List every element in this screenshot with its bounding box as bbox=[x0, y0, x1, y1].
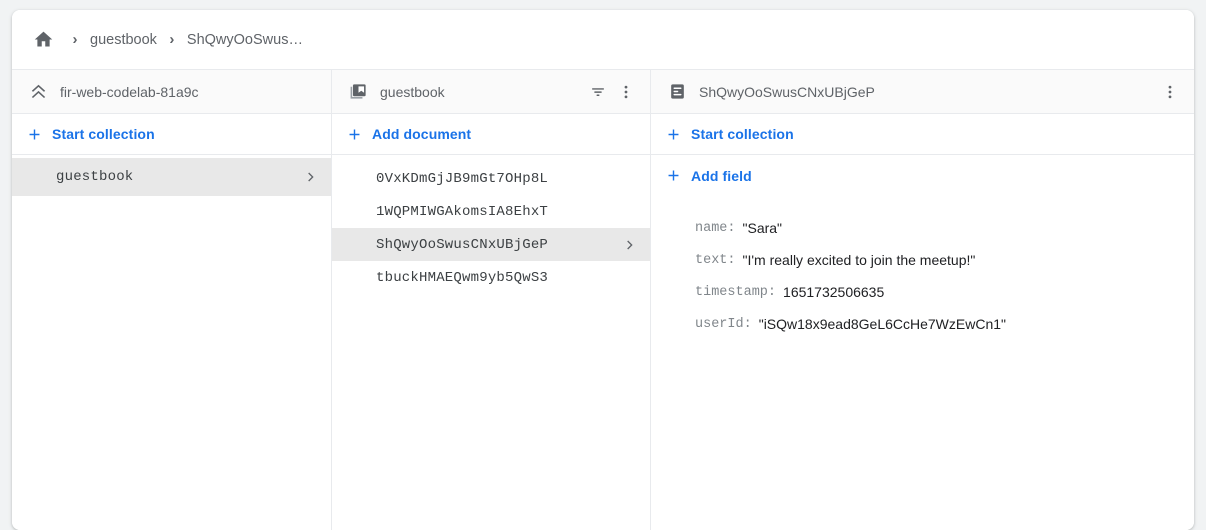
add-field-button[interactable]: Add field bbox=[651, 155, 1194, 196]
breadcrumb-separator: › bbox=[157, 31, 187, 48]
collection-title: guestbook bbox=[380, 84, 584, 100]
chevron-right-icon bbox=[301, 169, 319, 185]
start-collection-button[interactable]: Start collection bbox=[12, 114, 331, 155]
start-collection-button[interactable]: Start collection bbox=[651, 114, 1194, 155]
breadcrumb-item-document[interactable]: ShQwyOoSwus… bbox=[187, 32, 303, 48]
add-document-label: Add document bbox=[372, 126, 471, 142]
field-key: userId bbox=[695, 317, 744, 332]
list-item[interactable]: 0VxKDmGjJB9mGt7OHp8L bbox=[332, 162, 650, 195]
list-item[interactable]: 1WQPMIWGAkomsIA8EhxT bbox=[332, 195, 650, 228]
field-value: 1651732506635 bbox=[783, 284, 884, 300]
plus-icon bbox=[26, 126, 52, 143]
document-id: 1WQPMIWGAkomsIA8EhxT bbox=[376, 204, 638, 220]
breadcrumb-item-collection[interactable]: guestbook bbox=[90, 32, 157, 48]
project-panel-header: fir-web-codelab-81a9c bbox=[12, 70, 331, 114]
field-key: text bbox=[695, 253, 727, 268]
breadcrumb-separator: › bbox=[60, 31, 90, 48]
breadcrumb: › guestbook › ShQwyOoSwus… bbox=[12, 10, 1194, 70]
add-field-label: Add field bbox=[691, 168, 752, 184]
field-row[interactable]: userId : "iSQw18x9ead8GeL6CcHe7WzEwCn1" bbox=[695, 308, 1194, 340]
field-value: "I'm really excited to join the meetup!" bbox=[743, 252, 976, 268]
field-key: timestamp bbox=[695, 285, 768, 300]
home-icon[interactable] bbox=[26, 23, 60, 57]
document-panel: ShQwyOoSwusCNxUBjGeP Start collection bbox=[651, 70, 1194, 530]
plus-icon bbox=[665, 167, 691, 184]
list-item[interactable]: tbuckHMAEQwm9yb5QwS3 bbox=[332, 261, 650, 294]
more-vert-icon[interactable] bbox=[1156, 78, 1184, 106]
project-name: fir-web-codelab-81a9c bbox=[60, 84, 321, 100]
collection-panel: guestbook bbox=[332, 70, 651, 530]
field-value: "Sara" bbox=[743, 220, 783, 236]
more-vert-icon[interactable] bbox=[612, 78, 640, 106]
field-row[interactable]: name : "Sara" bbox=[695, 212, 1194, 244]
field-row[interactable]: text : "I'm really excited to join the m… bbox=[695, 244, 1194, 276]
field-value: "iSQw18x9ead8GeL6CcHe7WzEwCn1" bbox=[759, 316, 1006, 332]
start-collection-label: Start collection bbox=[52, 126, 155, 142]
start-collection-label: Start collection bbox=[691, 126, 794, 142]
collection-stack-icon bbox=[346, 80, 370, 104]
document-panel-header: ShQwyOoSwusCNxUBjGeP bbox=[651, 70, 1194, 114]
document-list: 0VxKDmGjJB9mGt7OHp8L 1WQPMIWGAkomsIA8Ehx… bbox=[332, 155, 650, 530]
chevron-right-icon bbox=[620, 237, 638, 253]
filter-icon[interactable] bbox=[584, 78, 612, 106]
document-id: 0VxKDmGjJB9mGt7OHp8L bbox=[376, 171, 638, 187]
document-icon bbox=[665, 80, 689, 104]
collection-name: guestbook bbox=[56, 169, 301, 185]
collection-list: guestbook bbox=[12, 155, 331, 530]
field-colon: : bbox=[727, 221, 735, 236]
collection-panel-header: guestbook bbox=[332, 70, 650, 114]
firestore-database-icon bbox=[26, 80, 50, 104]
field-row[interactable]: timestamp : 1651732506635 bbox=[695, 276, 1194, 308]
list-item[interactable]: ShQwyOoSwusCNxUBjGeP bbox=[332, 228, 650, 261]
document-title: ShQwyOoSwusCNxUBjGeP bbox=[699, 84, 1156, 100]
plus-icon bbox=[346, 126, 372, 143]
add-document-button[interactable]: Add document bbox=[332, 114, 650, 155]
field-colon: : bbox=[768, 285, 776, 300]
field-key: name bbox=[695, 221, 727, 236]
document-id: tbuckHMAEQwm9yb5QwS3 bbox=[376, 270, 638, 286]
plus-icon bbox=[665, 126, 691, 143]
panel-columns: fir-web-codelab-81a9c Start collection g… bbox=[12, 70, 1194, 530]
firestore-data-card: › guestbook › ShQwyOoSwus… fir-web-codel… bbox=[12, 10, 1194, 530]
list-item[interactable]: guestbook bbox=[12, 158, 331, 196]
field-list: name : "Sara" text : "I'm really excited… bbox=[651, 196, 1194, 530]
field-colon: : bbox=[744, 317, 752, 332]
field-colon: : bbox=[727, 253, 735, 268]
project-panel: fir-web-codelab-81a9c Start collection g… bbox=[12, 70, 332, 530]
document-id: ShQwyOoSwusCNxUBjGeP bbox=[376, 237, 620, 253]
